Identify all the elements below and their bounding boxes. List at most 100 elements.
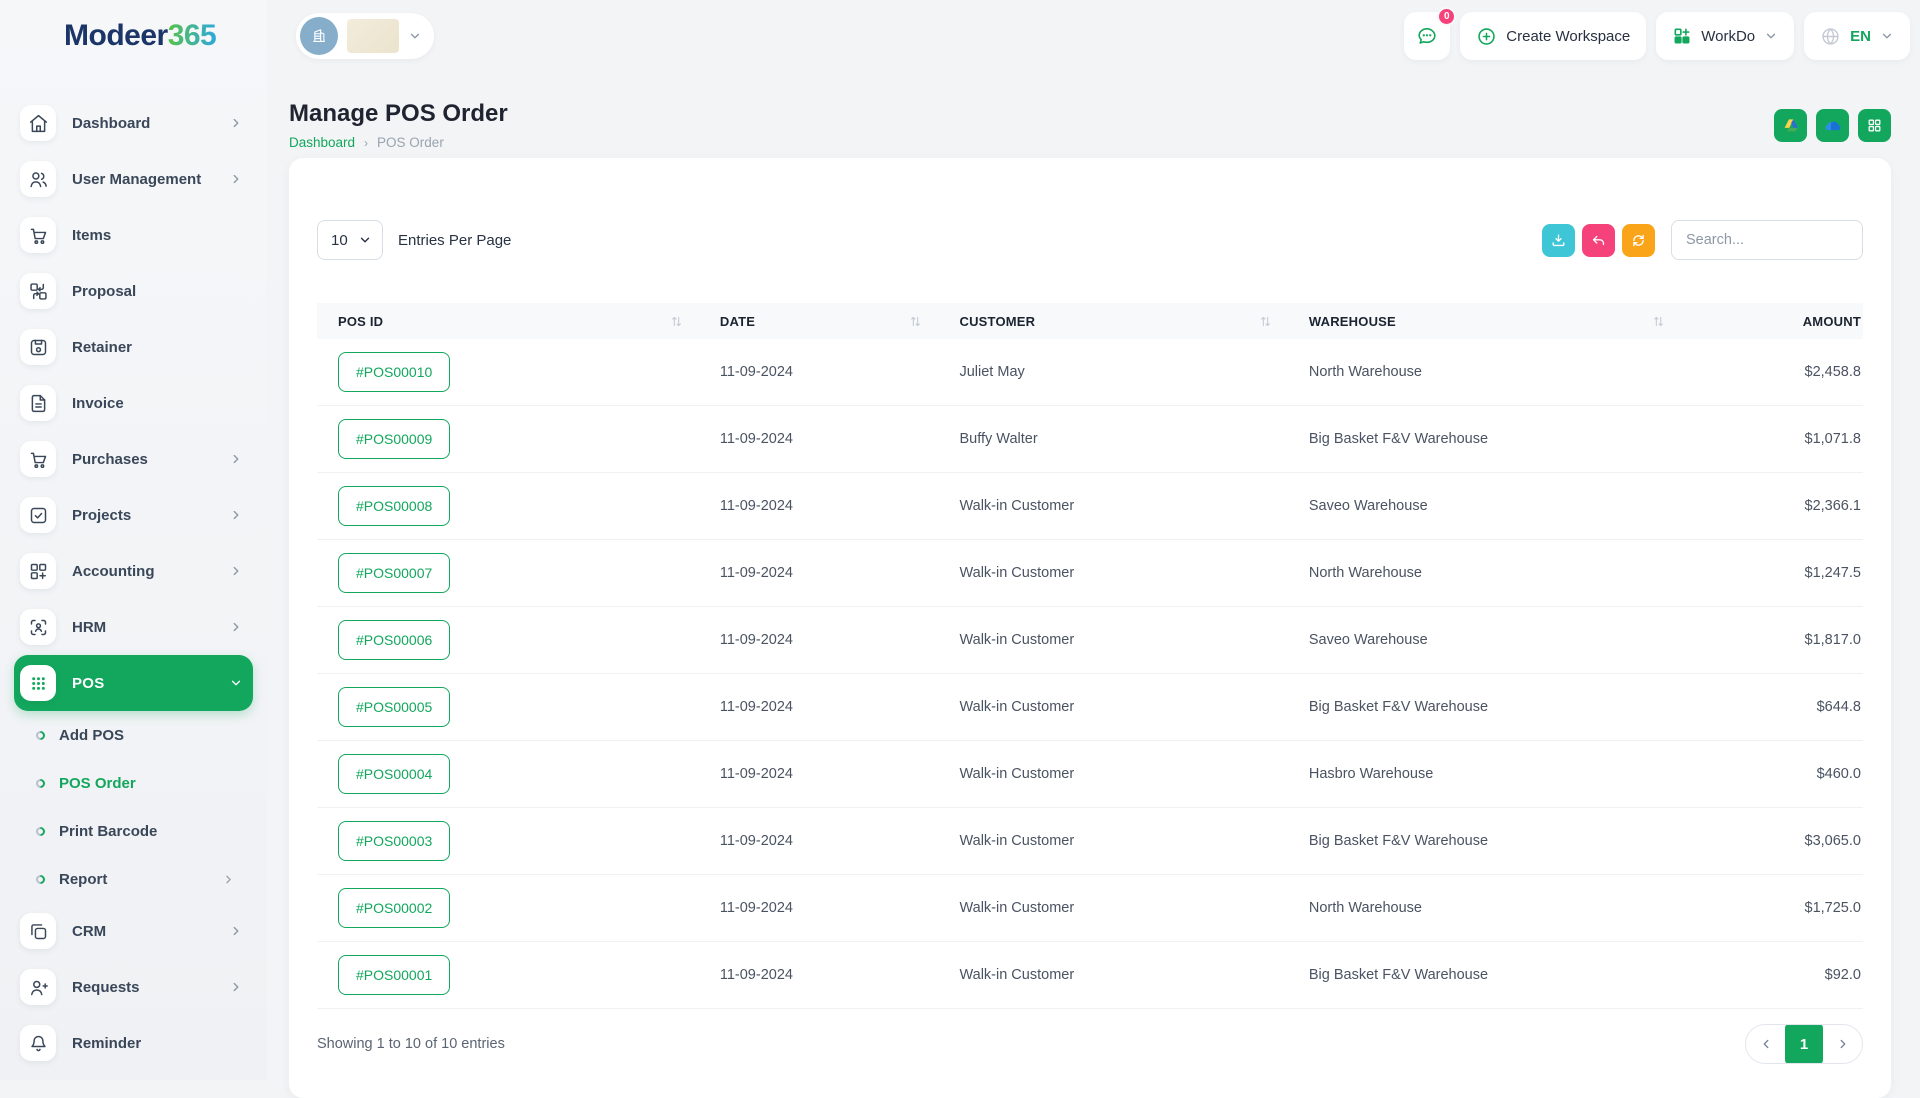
user-scan-icon (20, 609, 56, 645)
language-selector[interactable]: EN (1804, 12, 1910, 60)
column-header-date[interactable]: DATE (699, 314, 939, 329)
google-drive-button[interactable] (1774, 108, 1807, 142)
cell-warehouse: Big Basket F&V Warehouse (1308, 431, 1489, 447)
dots-grid-icon (20, 665, 56, 701)
sidebar-item-invoice[interactable]: Invoice (14, 375, 253, 431)
sidebar-subitem-label: Report (59, 870, 108, 888)
sidebar-item-label: Retainer (72, 338, 133, 356)
reset-filter-button[interactable] (1582, 223, 1615, 257)
column-header-customer[interactable]: CUSTOMER (938, 314, 1287, 329)
search-input[interactable] (1671, 220, 1863, 260)
download-icon (1550, 232, 1567, 249)
cell-customer: Walk-in Customer (959, 498, 1075, 514)
sidebar-item-reminder[interactable]: Reminder (14, 1015, 253, 1071)
logo[interactable]: Modeer365 (0, 0, 267, 72)
chevron-down-icon (358, 233, 372, 247)
workspace-selector[interactable] (296, 13, 434, 59)
cell-warehouse: North Warehouse (1308, 364, 1422, 380)
undo-icon (1590, 232, 1607, 249)
cell-amount: $1,725.0 (1804, 900, 1861, 916)
circle-plus-icon (1476, 26, 1497, 47)
sidebar-item-retainer[interactable]: Retainer (14, 319, 253, 375)
cell-date: 11-09-2024 (719, 632, 793, 648)
messages-button[interactable]: 0 (1404, 7, 1457, 60)
cell-amount: $92.0 (1824, 967, 1861, 983)
create-workspace-button[interactable]: Create Workspace (1460, 12, 1647, 60)
table-footer: Showing 1 to 10 of 10 entries 1 (317, 1024, 1863, 1064)
grid-plus-icon (1672, 26, 1692, 46)
sidebar-item-hrm[interactable]: HRM (14, 599, 253, 655)
sidebar-item-proposal[interactable]: Proposal (14, 263, 253, 319)
logo-text-suffix: 365 (167, 19, 217, 52)
sidebar-item-items[interactable]: Items (14, 207, 253, 263)
sidebar-item-requests[interactable]: Requests (14, 959, 253, 1015)
chevron-down-icon (1880, 29, 1894, 43)
breadcrumb-dashboard-link[interactable]: Dashboard (289, 135, 355, 150)
table-row: #POS00010 11-09-2024 Juliet May North Wa… (317, 339, 1863, 406)
sidebar-item-accounting[interactable]: Accounting (14, 543, 253, 599)
sidebar-subitem-add-pos[interactable]: Add POS (14, 711, 253, 759)
page-number-button[interactable]: 1 (1785, 1025, 1823, 1063)
sidebar-item-crm[interactable]: CRM (14, 903, 253, 959)
pos-id-badge[interactable]: #POS00007 (338, 553, 451, 593)
export-button[interactable] (1542, 223, 1575, 257)
pos-id-badge[interactable]: #POS00004 (338, 754, 451, 794)
onedrive-icon (1823, 115, 1843, 135)
pos-id-badge[interactable]: #POS00006 (338, 620, 451, 660)
cell-warehouse: Big Basket F&V Warehouse (1308, 833, 1489, 849)
pos-id-badge[interactable]: #POS00009 (338, 419, 451, 459)
pos-id-badge[interactable]: #POS00008 (338, 486, 451, 526)
cell-customer: Walk-in Customer (959, 833, 1075, 849)
pos-order-card: 10 Entries Per Page POS ID DATE (289, 158, 1891, 1098)
grid-view-button[interactable] (1858, 108, 1891, 142)
bullet-icon (34, 872, 47, 886)
chevron-right-icon (229, 620, 243, 634)
workdo-menu-button[interactable]: WorkDo (1656, 12, 1795, 60)
sidebar-item-user-management[interactable]: User Management (14, 151, 253, 207)
column-header-amount[interactable]: AMOUNT (1681, 314, 1863, 329)
sidebar-item-purchases[interactable]: Purchases (14, 431, 253, 487)
pos-id-badge[interactable]: #POS00010 (338, 352, 451, 392)
page-title: Manage POS Order (289, 100, 508, 127)
previous-page-button[interactable] (1746, 1025, 1785, 1063)
refresh-icon (1630, 232, 1647, 249)
column-label: AMOUNT (1802, 313, 1861, 329)
cell-date: 11-09-2024 (719, 833, 793, 849)
save-icon (20, 329, 56, 365)
pos-id-badge[interactable]: #POS00003 (338, 821, 451, 861)
sidebar-item-label: Items (72, 226, 112, 244)
pos-id-badge[interactable]: #POS00005 (338, 687, 451, 727)
cell-customer: Walk-in Customer (959, 766, 1075, 782)
entries-per-page-select[interactable]: 10 (317, 220, 383, 260)
refresh-button[interactable] (1622, 223, 1655, 257)
pos-id-badge[interactable]: #POS00001 (338, 955, 451, 995)
check-square-icon (20, 497, 56, 533)
sidebar-subitem-pos-order[interactable]: POS Order (14, 759, 253, 807)
sidebar-item-dashboard[interactable]: Dashboard (14, 95, 253, 151)
sidebar-item-label: POS (72, 674, 105, 692)
bullet-icon (34, 824, 47, 838)
sidebar-item-pos[interactable]: POS (14, 655, 253, 711)
pos-id-badge[interactable]: #POS00002 (338, 888, 451, 928)
cell-warehouse: Big Basket F&V Warehouse (1308, 967, 1489, 983)
column-header-pos-id[interactable]: POS ID (317, 314, 699, 329)
table-body: #POS00010 11-09-2024 Juliet May North Wa… (317, 339, 1863, 1009)
cell-amount: $644.8 (1816, 699, 1861, 715)
sidebar-item-projects[interactable]: Projects (14, 487, 253, 543)
chevron-down-icon (408, 29, 422, 43)
sidebar-subitem-report[interactable]: Report (14, 855, 253, 903)
sidebar-subitem-label: POS Order (59, 774, 136, 792)
swap-boxes-icon (20, 273, 56, 309)
pagination: 1 (1745, 1024, 1863, 1064)
next-page-button[interactable] (1823, 1025, 1862, 1063)
sidebar-item-label: Purchases (72, 450, 148, 468)
column-header-warehouse[interactable]: WAREHOUSE (1288, 314, 1681, 329)
sidebar-item-label: User Management (72, 170, 202, 188)
chevron-right-icon (229, 980, 243, 994)
breadcrumb-current: POS Order (377, 135, 444, 150)
cart-icon (20, 441, 56, 477)
bell-icon (20, 1025, 56, 1061)
onedrive-button[interactable] (1816, 108, 1849, 142)
table-row: #POS00007 11-09-2024 Walk-in Customer No… (317, 540, 1863, 607)
sidebar-subitem-print-barcode[interactable]: Print Barcode (14, 807, 253, 855)
